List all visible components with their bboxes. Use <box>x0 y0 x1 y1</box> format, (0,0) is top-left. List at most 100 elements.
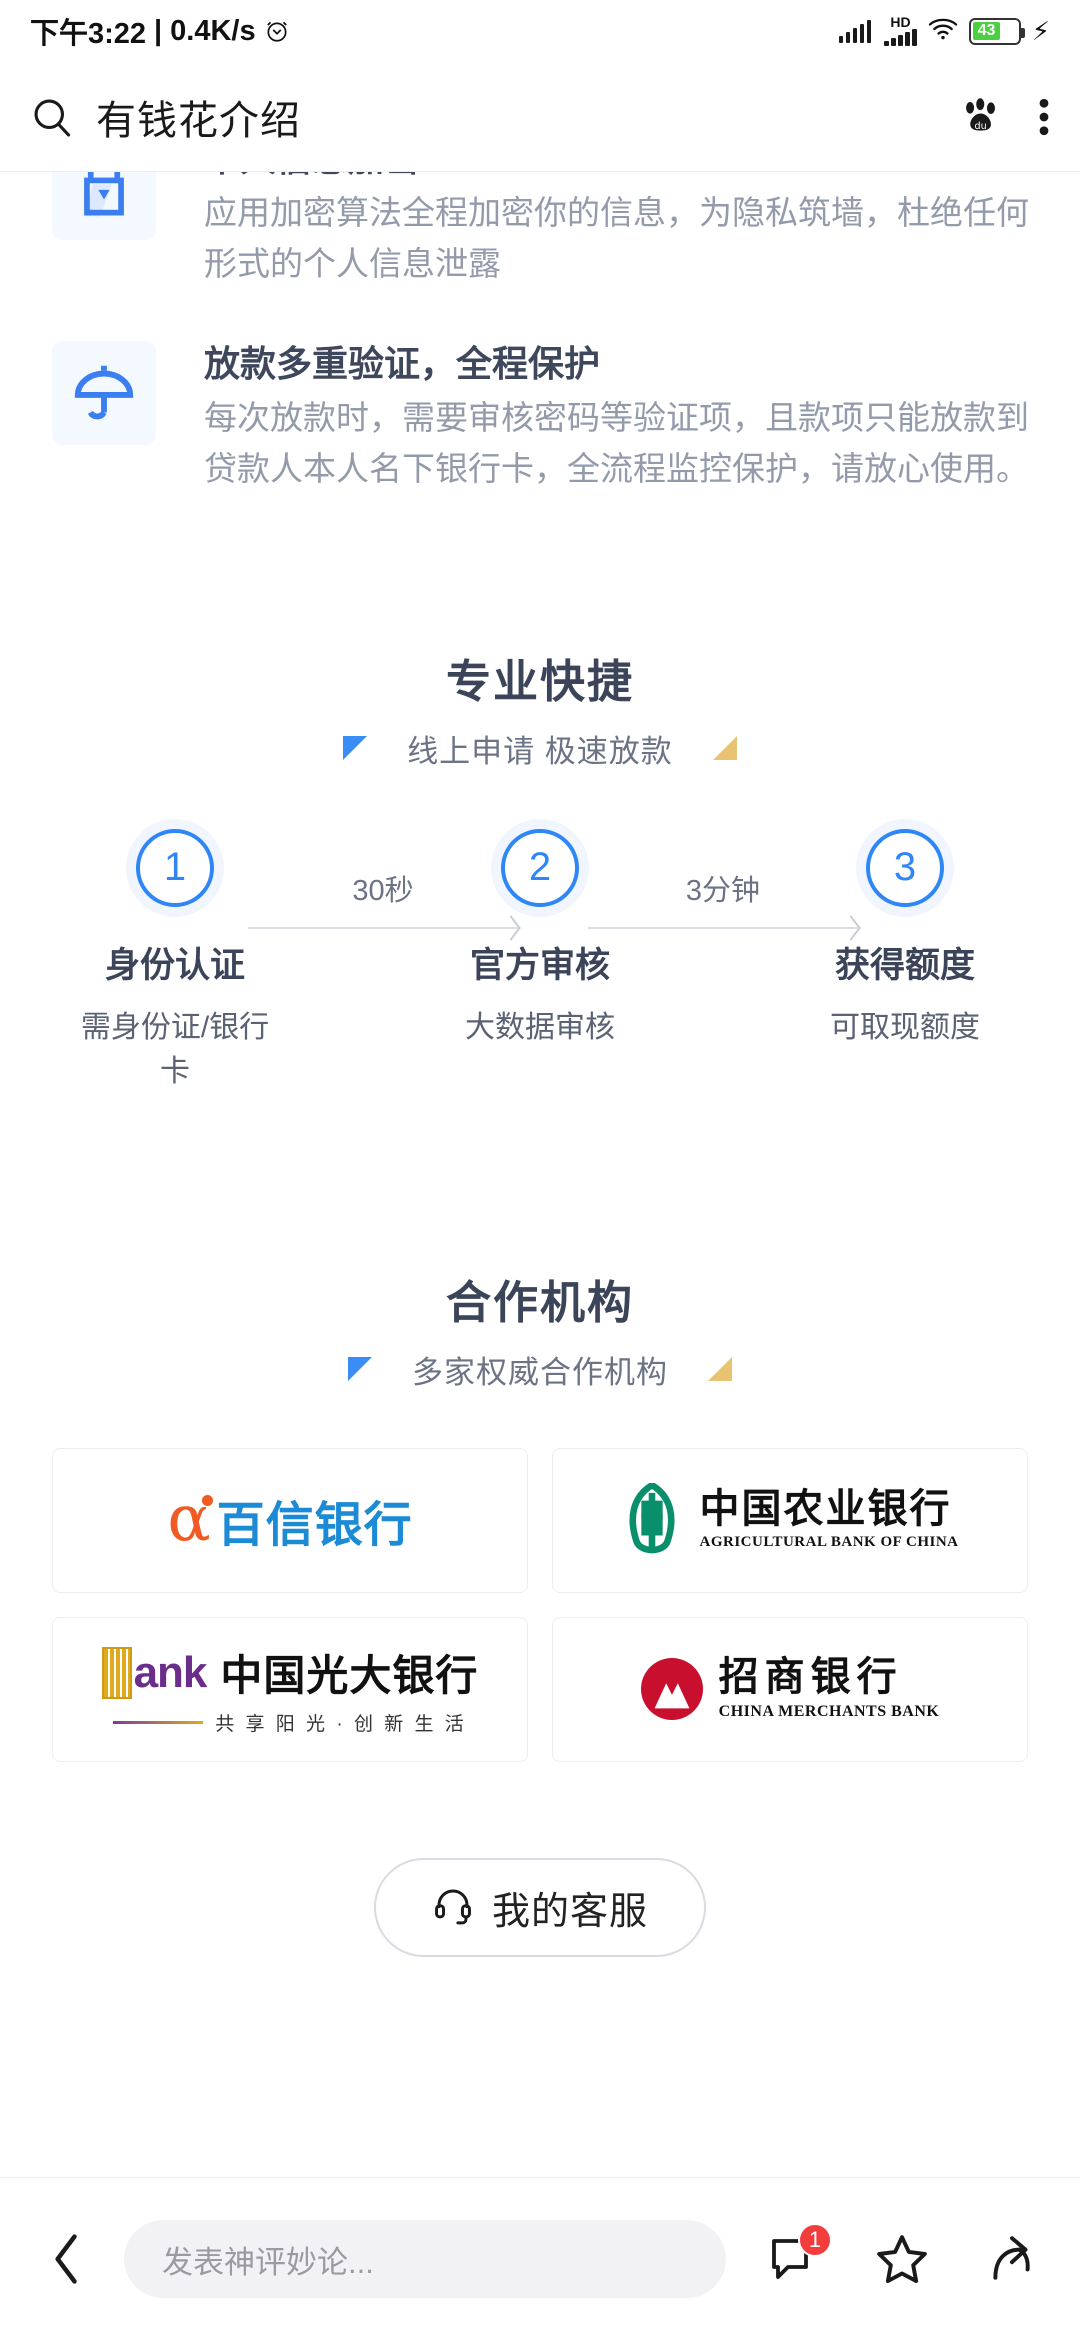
feature-description: 每次放款时，需要审核密码等验证项，且款项只能放款到贷款人本人名下银行卡，全流程监… <box>204 399 1029 488</box>
baidu-paw-icon[interactable]: du <box>958 94 1004 140</box>
section-subtitle: 多家权威合作机构 <box>412 1354 668 1390</box>
status-bar-right: HD 43 ⚡ <box>838 14 1050 47</box>
bank-name-cn: 中国农业银行 <box>699 1487 952 1532</box>
feature-title: 放款多重验证，全程保护 <box>204 343 601 385</box>
step-name: 官方审核 <box>469 945 610 985</box>
cmb-bank-logo: 招商银行 CHINA MERCHANTS BANK <box>640 1657 940 1721</box>
step-number: 3 <box>893 845 917 890</box>
lightning-bolt-icon: ⚡ <box>1031 16 1050 46</box>
abc-bank-logo: 中国农业银行 AGRICULTURAL BANK OF CHINA <box>621 1481 958 1557</box>
hd-label: HD <box>890 14 911 30</box>
share-arrow-icon[interactable] <box>980 2227 1044 2291</box>
partner-banks-grid: α 百信银行 中国农业银行 AGRICULTURAL BANK OF CHINA… <box>0 1447 1080 1762</box>
service-button-label: 我的客服 <box>491 1890 648 1933</box>
cmb-text-block: 招商银行 CHINA MERCHANTS BANK <box>719 1657 940 1721</box>
feature-title: 个人信息加密 <box>204 172 1044 181</box>
step-description: 可取现额度 <box>830 1010 980 1044</box>
svg-text:du: du <box>975 120 987 131</box>
status-bar-left: 下午3:22 | 0.4K/s <box>30 10 290 52</box>
feature-card-verification: 放款多重验证，全程保护 每次放款时，需要审核密码等验证项，且款项只能放款到贷款人… <box>0 341 1080 494</box>
bank-name-en: AGRICULTURAL BANK OF CHINA <box>699 1534 959 1551</box>
page-title: 有钱花介绍 <box>96 98 301 143</box>
triangle-right-icon <box>708 1357 732 1382</box>
status-bar: 下午3:22 | 0.4K/s HD 43 ⚡ <box>0 0 1080 62</box>
triangle-right-icon <box>712 736 737 761</box>
feature-body: 个人信息加密 应用加密算法全程加密你的信息，为隐私筑墙，杜绝任何形式的个人信息泄… <box>204 172 1044 289</box>
partner-card-ceb-bank[interactable]: ank 中国光大银行 共 享 阳 光 · 创 新 生 活 <box>52 1616 528 1762</box>
status-time: 下午3:22 <box>30 18 147 50</box>
feature-description: 应用加密算法全程加密你的信息，为隐私筑墙，杜绝任何形式的个人信息泄露 <box>204 194 1029 283</box>
section-subtitle: 线上申请 极速放款 <box>407 733 673 769</box>
step-identity-verification: 1 身份认证 需身份证/银行卡 <box>70 828 280 1090</box>
partner-card-cmb-bank[interactable]: 招商银行 CHINA MERCHANTS BANK <box>552 1616 1028 1762</box>
network-speed: 0.4K/s <box>170 14 256 47</box>
step-number-circle: 3 <box>866 828 944 907</box>
partner-row: α 百信银行 中国农业银行 AGRICULTURAL BANK OF CHINA <box>52 1447 1028 1593</box>
step-number: 1 <box>163 845 187 890</box>
step-number-circle: 2 <box>501 828 579 907</box>
abc-text-block: 中国农业银行 AGRICULTURAL BANK OF CHINA <box>699 1489 958 1551</box>
step-description: 需身份证/银行卡 <box>80 1010 270 1088</box>
battery-level: 43 <box>977 22 996 39</box>
bank-slogan: 共 享 阳 光 · 创 新 生 活 <box>215 1714 467 1736</box>
page-content: 个人信息加密 应用加密算法全程加密你的信息，为隐私筑墙，杜绝任何形式的个人信息泄… <box>0 172 1080 2177</box>
status-separator: | <box>154 14 163 47</box>
bank-name-cn: 招商银行 <box>718 1655 903 1700</box>
section-subtitle-row: 多家权威合作机构 <box>0 1347 1080 1392</box>
comment-bubble-icon[interactable]: 1 <box>760 2223 832 2291</box>
partner-card-abc-bank[interactable]: 中国农业银行 AGRICULTURAL BANK OF CHINA <box>552 1447 1028 1593</box>
step-name: 获得额度 <box>834 945 975 985</box>
chevron-left-icon[interactable] <box>36 2231 98 2287</box>
wifi-icon <box>926 16 960 47</box>
star-icon[interactable] <box>870 2227 934 2291</box>
partner-card-baixin-bank[interactable]: α 百信银行 <box>52 1447 528 1593</box>
section-title: 专业快捷 <box>445 655 634 707</box>
step-get-credit-limit: 3 获得额度 可取现额度 <box>800 828 1010 1046</box>
umbrella-icon <box>52 341 156 446</box>
hd-signal-group: HD <box>884 14 917 46</box>
step-number-circle: 1 <box>136 828 214 907</box>
feature-card-encryption: 个人信息加密 应用加密算法全程加密你的信息，为隐私筑墙，杜绝任何形式的个人信息泄… <box>0 172 1080 289</box>
more-vertical-icon[interactable] <box>1038 95 1050 139</box>
process-steps: 30秒 3分钟 1 身份认证 需身份证/银行卡 2 官方审核 大数据审核 3 获… <box>0 828 1080 1090</box>
alpha-mark-icon: α <box>167 1482 213 1557</box>
bank-name-en: CHINA MERCHANTS BANK <box>718 1703 940 1721</box>
signal-bars-icon-secondary <box>884 29 917 46</box>
comment-placeholder: 发表神评妙论... <box>162 2244 374 2280</box>
steps-row: 1 身份认证 需身份证/银行卡 2 官方审核 大数据审核 3 获得额度 可取现额… <box>70 828 1010 1090</box>
step-description: 大数据审核 <box>465 1010 615 1044</box>
battery-icon: 43 <box>968 17 1025 45</box>
battery-fill: 43 <box>973 22 1000 40</box>
service-button-wrap: 我的客服 <box>0 1857 1080 1957</box>
section-subtitle-row: 线上申请 极速放款 <box>0 726 1080 771</box>
lock-icon <box>52 172 156 240</box>
baixin-bank-logo: α 百信银行 <box>167 1485 412 1555</box>
app-screen: 下午3:22 | 0.4K/s HD 43 ⚡ 有钱花介绍 du 应用加密算法全… <box>0 0 1080 2340</box>
bottom-actions: 1 <box>760 2223 1044 2291</box>
bottom-toolbar: 发表神评妙论... 1 <box>0 2177 1080 2340</box>
comment-input[interactable]: 发表神评妙论... <box>124 2220 726 2298</box>
alarm-clock-icon <box>264 18 290 44</box>
step-number: 2 <box>528 845 552 890</box>
partner-row: ank 中国光大银行 共 享 阳 光 · 创 新 生 活 招商银行 CHINA … <box>52 1616 1028 1762</box>
partners-section-header: 合作机构 多家权威合作机构 <box>0 1266 1080 1392</box>
ceb-bank-logo: ank 中国光大银行 共 享 阳 光 · 创 新 生 活 <box>101 1642 479 1736</box>
divider-line <box>113 1721 204 1725</box>
ceb-slogan-row: 共 享 阳 光 · 创 新 生 活 <box>102 1709 479 1736</box>
signal-bars-icon <box>838 19 872 43</box>
step-name: 身份认证 <box>104 945 245 985</box>
my-customer-service-button[interactable]: 我的客服 <box>373 1857 706 1957</box>
app-header: 有钱花介绍 du <box>0 62 1080 172</box>
comment-count-badge: 1 <box>798 2223 832 2257</box>
search-icon[interactable] <box>30 95 74 139</box>
step-official-review: 2 官方审核 大数据审核 <box>435 828 645 1046</box>
triangle-left-icon <box>348 1357 372 1382</box>
triangle-left-icon <box>343 736 368 761</box>
feature-body: 放款多重验证，全程保护 每次放款时，需要审核密码等验证项，且款项只能放款到贷款人… <box>204 341 1044 494</box>
bank-name-cn: 百信银行 <box>216 1499 413 1553</box>
section-title: 合作机构 <box>445 1276 634 1328</box>
ceb-wordmark-row: ank 中国光大银行 <box>101 1642 479 1703</box>
bank-name-cn: 中国光大银行 <box>220 1652 479 1700</box>
bank-wordmark-icon: ank <box>101 1646 207 1699</box>
abc-ear-mark-icon <box>621 1481 683 1557</box>
